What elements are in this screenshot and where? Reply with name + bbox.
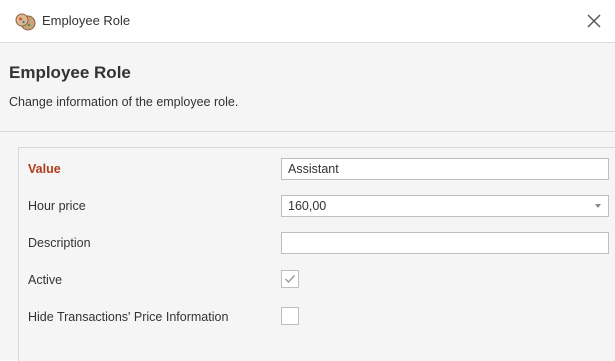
form-panel: Value Assistant Hour price 160,00 Descri… xyxy=(18,147,615,361)
page-title: Employee Role xyxy=(9,63,131,82)
active-checkbox[interactable] xyxy=(281,270,299,288)
description-input[interactable] xyxy=(281,232,609,254)
hide-price-info-label: Hide Transactions' Price Information xyxy=(28,310,229,324)
value-label: Value xyxy=(28,162,61,176)
active-label: Active xyxy=(28,273,63,287)
form-area: Value Assistant Hour price 160,00 Descri… xyxy=(0,132,615,361)
window-title: Employee Role xyxy=(42,13,131,28)
chevron-down-icon[interactable] xyxy=(595,204,601,208)
employee-role-dialog: Employee Role Employee Role Change infor… xyxy=(0,0,615,361)
hide-price-info-checkbox[interactable] xyxy=(281,307,299,325)
value-row: Value Assistant xyxy=(19,154,615,184)
checkmark-icon xyxy=(285,275,296,284)
hour-price-row: Hour price 160,00 xyxy=(19,191,615,221)
hour-price-dropdown[interactable]: 160,00 xyxy=(281,195,609,217)
dialog-header: Employee Role Change information of the … xyxy=(0,43,615,132)
hour-price-label: Hour price xyxy=(28,199,86,213)
title-bar: Employee Role xyxy=(0,0,615,43)
employee-role-app-icon xyxy=(14,12,36,32)
close-button[interactable] xyxy=(581,8,607,34)
close-icon xyxy=(587,14,601,28)
hide-price-info-row: Hide Transactions' Price Information xyxy=(19,302,615,332)
hour-price-value: 160,00 xyxy=(288,199,327,213)
page-subtitle: Change information of the employee role. xyxy=(9,95,239,109)
description-label: Description xyxy=(28,236,91,250)
value-input[interactable]: Assistant xyxy=(281,158,609,180)
value-input-text: Assistant xyxy=(288,162,339,176)
description-row: Description xyxy=(19,228,615,258)
active-row: Active xyxy=(19,265,615,295)
